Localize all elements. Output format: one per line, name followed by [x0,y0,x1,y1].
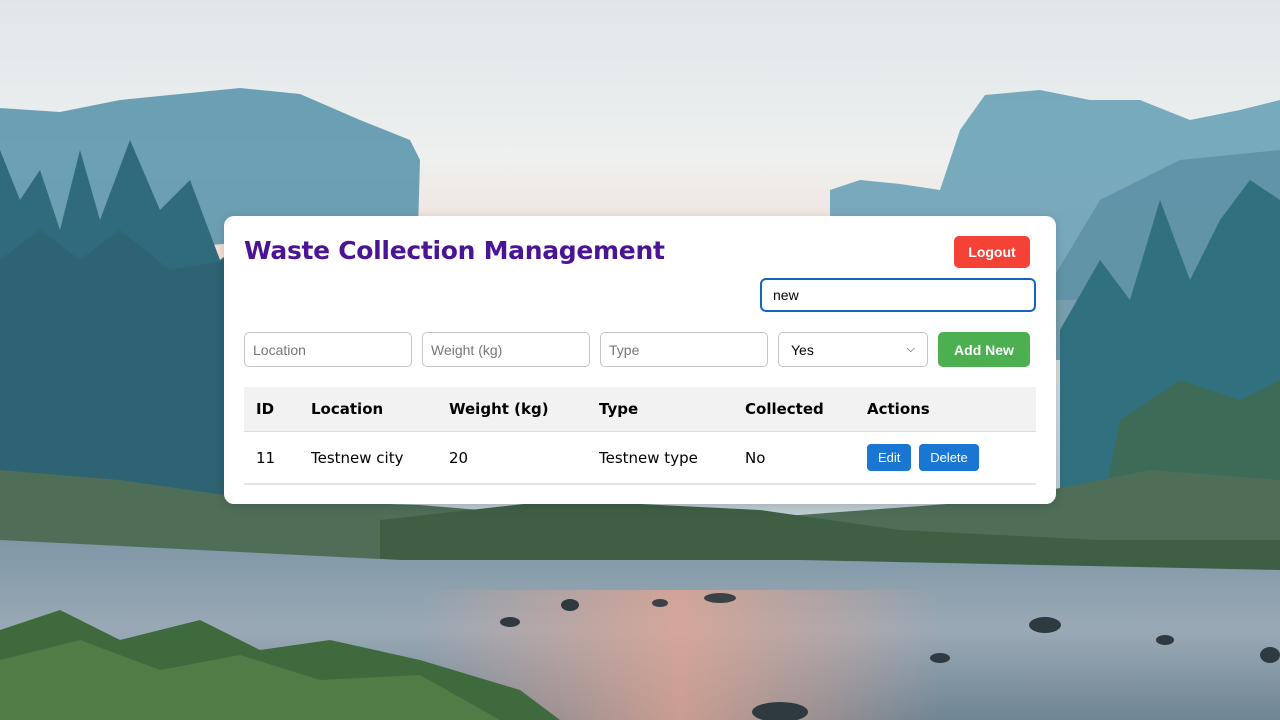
add-new-button[interactable]: Add New [938,332,1030,367]
logout-button[interactable]: Logout [954,236,1030,268]
collected-select[interactable]: Yes ⌵ [778,332,928,367]
location-input[interactable] [244,332,412,367]
cell-id: 11 [244,431,299,485]
cell-type: Testnew type [587,431,733,485]
header-actions: Actions [855,387,1036,432]
chevron-down-icon: ⌵ [906,343,915,355]
header-collected: Collected [733,387,855,432]
header-id: ID [244,387,299,432]
delete-button[interactable]: Delete [919,444,979,471]
table-row: 11 Testnew city 20 Testnew type No Edit … [244,431,1036,485]
cell-collected: No [733,431,855,485]
header-location: Location [299,387,437,432]
table-header-row: ID Location Weight (kg) Type Collected A… [244,387,1036,432]
records-table: ID Location Weight (kg) Type Collected A… [244,387,1036,485]
cell-weight: 20 [437,431,587,485]
main-card: Waste Collection Management Logout Yes ⌵… [224,216,1056,504]
collected-select-value: Yes [791,341,814,358]
cell-location: Testnew city [299,431,437,485]
header-weight: Weight (kg) [437,387,587,432]
header-type: Type [587,387,733,432]
search-input[interactable] [760,278,1036,312]
type-input[interactable] [600,332,768,367]
page-title: Waste Collection Management [244,236,665,265]
edit-button[interactable]: Edit [867,444,912,471]
weight-input[interactable] [422,332,590,367]
cell-actions: Edit Delete [855,431,1036,485]
